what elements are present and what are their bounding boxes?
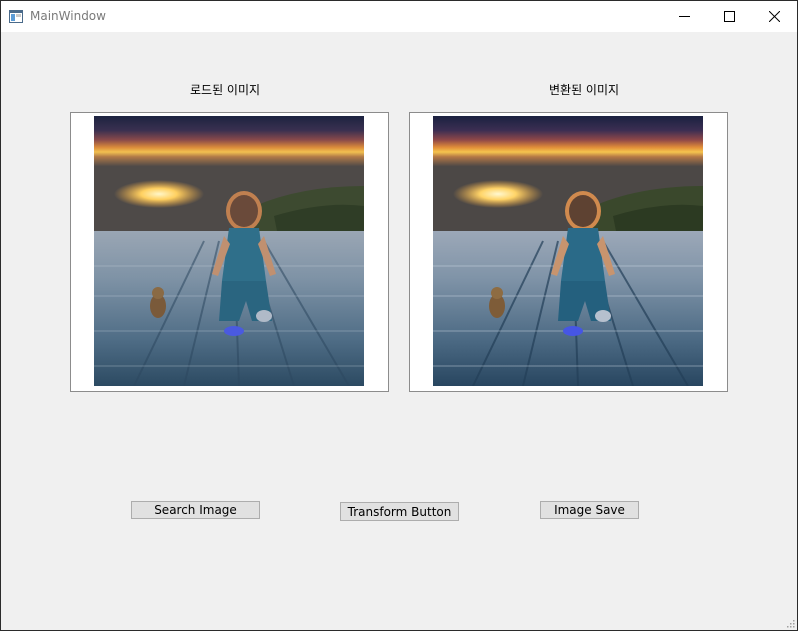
window-title: MainWindow <box>30 9 106 23</box>
search-image-button[interactable]: Search Image <box>131 501 260 519</box>
image-save-button[interactable]: Image Save <box>540 501 639 519</box>
transformed-image-label: 변환된 이미지 <box>549 83 620 97</box>
maximize-icon <box>724 11 735 22</box>
main-window: MainWindow 로드된 이미지 변환된 이미지 Search Image … <box>0 0 798 631</box>
minimize-button[interactable] <box>662 1 707 32</box>
minimize-icon <box>679 16 690 17</box>
close-button[interactable] <box>752 1 797 32</box>
title-bar[interactable]: MainWindow <box>1 1 797 32</box>
loaded-image-frame <box>70 112 389 392</box>
close-icon <box>769 11 780 22</box>
app-window-icon <box>9 10 23 23</box>
transformed-image-frame <box>409 112 728 392</box>
loaded-image-label: 로드된 이미지 <box>190 83 261 97</box>
transformed-image <box>433 116 703 386</box>
maximize-button[interactable] <box>707 1 752 32</box>
size-grip-icon[interactable] <box>785 618 795 628</box>
loaded-image <box>94 116 364 386</box>
transform-button[interactable]: Transform Button <box>340 502 459 521</box>
